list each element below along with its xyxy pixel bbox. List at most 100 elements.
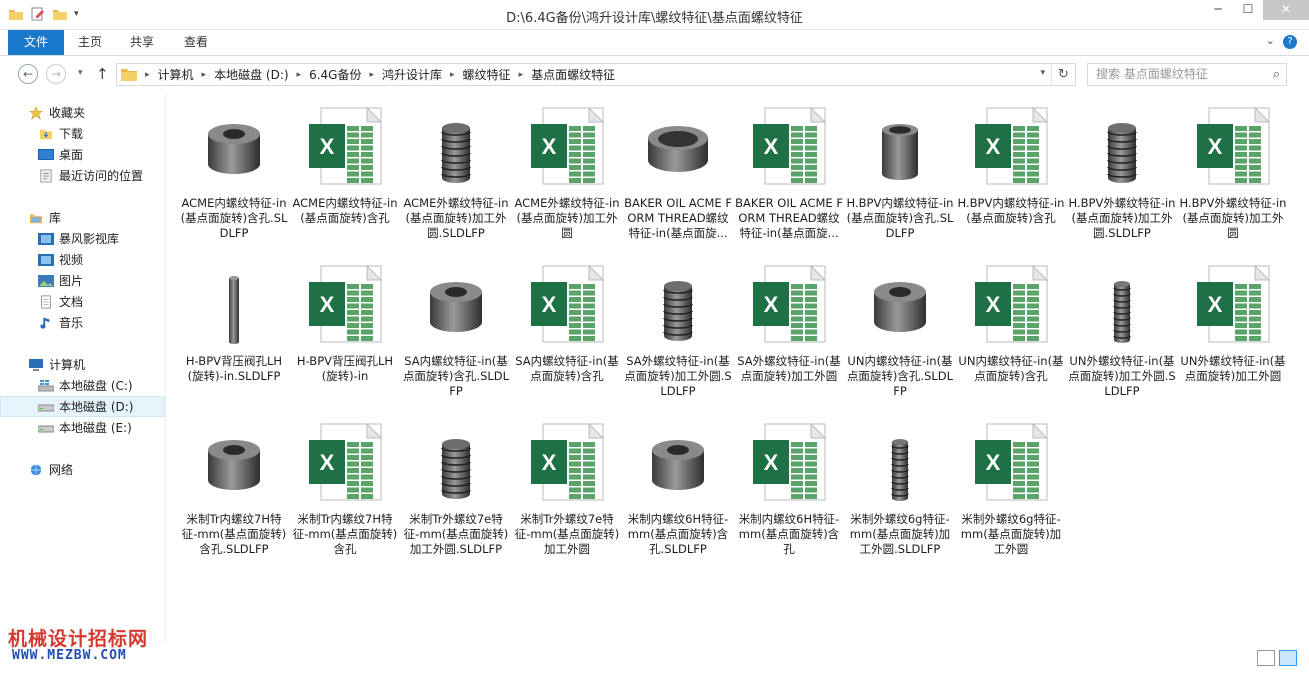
nav-computer[interactable]: 计算机	[0, 354, 165, 375]
network-icon	[30, 464, 42, 475]
window-controls: ─ ☐ ✕	[1203, 0, 1309, 20]
recent-locations-icon[interactable]: ▾	[78, 68, 83, 78]
address-history-dropdown[interactable]: ▾	[1040, 68, 1045, 78]
help-icon[interactable]: ?	[1283, 35, 1297, 49]
large-icons-view-icon[interactable]	[1279, 650, 1297, 666]
nav-item-drive-d[interactable]: 本地磁盘 (D:)	[0, 396, 165, 417]
nav-item-pictures[interactable]: 图片	[0, 270, 165, 291]
file-name: 米制外螺纹6g特征-mm(基点面旋转)加工外圆.SLDLFP	[849, 512, 951, 556]
nav-item-downloads[interactable]: 下载	[0, 123, 165, 144]
file-name: H.BPV外螺纹特征-in(基点面旋转)加工外圆.SLDLFP	[1068, 196, 1176, 240]
excel-file-icon: X	[1185, 100, 1281, 190]
breadcrumb-item[interactable]: 鸿升设计库	[382, 66, 442, 83]
excel-file-icon: X	[519, 258, 615, 348]
file-item-excel[interactable]: X ACME外螺纹特征-in(基点面旋转)加工外圆	[513, 100, 621, 241]
tab-file[interactable]: 文件	[8, 30, 64, 55]
excel-file-icon: X	[963, 416, 1059, 506]
svg-text:X: X	[542, 292, 557, 317]
file-name: SA内螺纹特征-in(基点面旋转)含孔.SLDLFP	[402, 354, 510, 398]
chevron-right-icon[interactable]: ▸	[450, 70, 455, 80]
file-item-part[interactable]: 米制内螺纹6H特征-mm(基点面旋转)含孔.SLDLFP	[624, 416, 732, 557]
file-item-part[interactable]: ACME内螺纹特征-in(基点面旋转)含孔.SLDLFP	[180, 100, 288, 241]
file-item-excel[interactable]: X 米制外螺纹6g特征-mm(基点面旋转)加工外圆	[957, 416, 1065, 557]
breadcrumb-item[interactable]: 6.4G备份	[309, 66, 361, 83]
nav-item-documents[interactable]: 文档	[0, 291, 165, 312]
breadcrumb-item[interactable]: 螺纹特征	[463, 66, 511, 83]
nav-item-desktop[interactable]: 桌面	[0, 144, 165, 165]
svg-text:X: X	[986, 134, 1001, 159]
file-item-excel[interactable]: X H-BPV背压阀孔LH(旋转)-in	[291, 258, 399, 384]
file-item-part[interactable]: 米制Tr外螺纹7e特征-mm(基点面旋转)加工外圆.SLDLFP	[402, 416, 510, 557]
file-item-part[interactable]: SA外螺纹特征-in(基点面旋转)加工外圆.SLDLFP	[624, 258, 732, 399]
nav-favorites[interactable]: 收藏夹	[0, 102, 165, 123]
nav-item-videos[interactable]: 视频	[0, 249, 165, 270]
file-name: SA内螺纹特征-in(基点面旋转)含孔	[515, 354, 619, 383]
refresh-button[interactable]: ↻	[1051, 64, 1075, 85]
back-button[interactable]: ←	[18, 64, 38, 84]
file-item-part[interactable]: BAKER OIL ACME FORM THREAD螺纹特征-in(基点面旋..…	[624, 100, 732, 241]
file-item-excel[interactable]: X UN外螺纹特征-in(基点面旋转)加工外圆	[1179, 258, 1287, 384]
file-item-part[interactable]: H.BPV外螺纹特征-in(基点面旋转)加工外圆.SLDLFP	[1068, 100, 1176, 241]
sldlfp-part-icon	[852, 416, 948, 506]
tab-share[interactable]: 共享	[122, 30, 162, 55]
sldlfp-part-icon	[1074, 100, 1170, 190]
file-item-part[interactable]: 米制外螺纹6g特征-mm(基点面旋转)加工外圆.SLDLFP	[846, 416, 954, 557]
nav-item-baofeng[interactable]: 暴风影视库	[0, 228, 165, 249]
file-item-excel[interactable]: X SA外螺纹特征-in(基点面旋转)加工外圆	[735, 258, 843, 384]
nav-item-drive-e[interactable]: 本地磁盘 (E:)	[0, 417, 165, 438]
file-item-part[interactable]: ACME外螺纹特征-in(基点面旋转)加工外圆.SLDLFP	[402, 100, 510, 241]
close-button[interactable]: ✕	[1263, 0, 1309, 20]
file-item-excel[interactable]: X ACME内螺纹特征-in(基点面旋转)含孔	[291, 100, 399, 226]
file-item-part[interactable]: UN外螺纹特征-in(基点面旋转)加工外圆.SLDLFP	[1068, 258, 1176, 399]
minimize-button[interactable]: ─	[1203, 0, 1233, 20]
chevron-right-icon[interactable]: ▸	[519, 70, 524, 80]
file-item-excel[interactable]: X H.BPV内螺纹特征-in(基点面旋转)含孔	[957, 100, 1065, 226]
file-item-part[interactable]: H-BPV背压阀孔LH(旋转)-in.SLDLFP	[180, 258, 288, 384]
nav-label: 视频	[59, 253, 84, 267]
search-input[interactable]: 搜索 基点面螺纹特征 ⌕	[1087, 63, 1287, 86]
file-item-excel[interactable]: X 米制Tr外螺纹7e特征-mm(基点面旋转)加工外圆	[513, 416, 621, 557]
download-folder-icon	[39, 129, 53, 139]
file-name: 米制内螺纹6H特征-mm(基点面旋转)含孔.SLDLFP	[627, 512, 729, 556]
file-item-excel[interactable]: X 米制Tr内螺纹7H特征-mm(基点面旋转)含孔	[291, 416, 399, 557]
svg-text:X: X	[542, 450, 557, 475]
up-arrow-icon[interactable]: ↑	[96, 65, 109, 83]
file-name: UN内螺纹特征-in(基点面旋转)含孔.SLDLFP	[846, 354, 954, 398]
nav-libraries[interactable]: 库	[0, 207, 165, 228]
search-icon[interactable]: ⌕	[1273, 64, 1280, 85]
nav-item-drive-c[interactable]: 本地磁盘 (C:)	[0, 375, 165, 396]
file-item-part[interactable]: SA内螺纹特征-in(基点面旋转)含孔.SLDLFP	[402, 258, 510, 399]
forward-button[interactable]: →	[46, 64, 66, 84]
chevron-down-icon[interactable]: ⌄	[1266, 34, 1275, 47]
chevron-right-icon[interactable]: ▸	[145, 70, 150, 80]
nav-label: 图片	[59, 274, 84, 288]
address-bar[interactable]: ▸ 计算机 ▸ 本地磁盘 (D:) ▸ 6.4G备份 ▸ 鸿升设计库 ▸ 螺纹特…	[116, 63, 1076, 86]
file-item-part[interactable]: 米制Tr内螺纹7H特征-mm(基点面旋转)含孔.SLDLFP	[180, 416, 288, 557]
file-item-excel[interactable]: X SA内螺纹特征-in(基点面旋转)含孔	[513, 258, 621, 384]
chevron-right-icon[interactable]: ▸	[297, 70, 302, 80]
chevron-right-icon[interactable]: ▸	[369, 70, 374, 80]
file-item-excel[interactable]: X UN内螺纹特征-in(基点面旋转)含孔	[957, 258, 1065, 384]
details-view-icon[interactable]	[1257, 650, 1275, 666]
status-bar	[0, 642, 1309, 676]
breadcrumb-item[interactable]: 计算机	[158, 66, 194, 83]
tab-view[interactable]: 查看	[176, 30, 216, 55]
excel-file-icon: X	[297, 258, 393, 348]
file-item-part[interactable]: H.BPV内螺纹特征-in(基点面旋转)含孔.SLDLFP	[846, 100, 954, 241]
chevron-right-icon[interactable]: ▸	[202, 70, 207, 80]
file-name: UN内螺纹特征-in(基点面旋转)含孔	[958, 354, 1064, 383]
file-name: 米制外螺纹6g特征-mm(基点面旋转)加工外圆	[960, 512, 1062, 556]
file-item-excel[interactable]: X H.BPV外螺纹特征-in(基点面旋转)加工外圆	[1179, 100, 1287, 241]
music-icon	[40, 317, 50, 329]
nav-item-recent[interactable]: 最近访问的位置	[0, 165, 165, 186]
svg-text:X: X	[542, 134, 557, 159]
file-item-part[interactable]: UN内螺纹特征-in(基点面旋转)含孔.SLDLFP	[846, 258, 954, 399]
breadcrumb-item[interactable]: 基点面螺纹特征	[531, 66, 615, 83]
nav-network[interactable]: 网络	[0, 459, 165, 480]
nav-item-music[interactable]: 音乐	[0, 312, 165, 333]
breadcrumb-item[interactable]: 本地磁盘 (D:)	[214, 66, 288, 83]
maximize-button[interactable]: ☐	[1233, 0, 1263, 20]
file-item-excel[interactable]: X 米制内螺纹6H特征-mm(基点面旋转)含孔	[735, 416, 843, 557]
tab-home[interactable]: 主页	[70, 30, 110, 55]
file-item-excel[interactable]: X BAKER OIL ACME FORM THREAD螺纹特征-in(基点面旋.…	[735, 100, 843, 241]
